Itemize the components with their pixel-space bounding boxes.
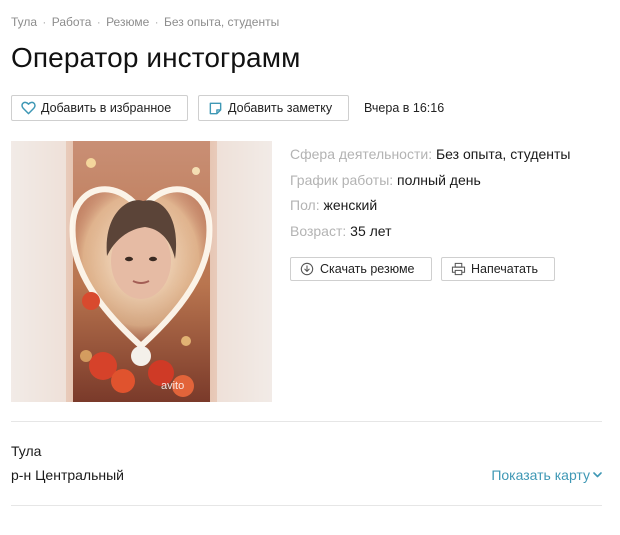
breadcrumb: Тула · Работа · Резюме · Без опыта, студ… [11,15,279,29]
detail-value: женский [323,197,378,213]
breadcrumb-separator: · [96,15,101,29]
divider [11,505,602,506]
detail-row-gender: Пол: женский [290,193,570,219]
sticky-note-icon [207,100,223,116]
detail-row-sphere: Сфера деятельности: Без опыта, студенты [290,142,570,168]
resume-photo[interactable]: avito [11,141,272,402]
print-button[interactable]: Напечатать [441,257,555,281]
show-map-link[interactable]: Показать карту [491,467,602,483]
resume-details: Сфера деятельности: Без опыта, студенты … [290,142,570,244]
breadcrumb-item-resume[interactable]: Резюме [106,15,149,29]
breadcrumb-separator: · [154,15,159,29]
divider [11,421,602,422]
show-map-label: Показать карту [491,467,590,483]
detail-row-schedule: График работы: полный день [290,168,570,194]
detail-value: полный день [397,171,481,188]
download-resume-label: Скачать резюме [320,262,415,276]
add-note-button[interactable]: Добавить заметку [198,95,349,121]
breadcrumb-item-work[interactable]: Работа [52,15,92,29]
resume-photo-image: avito [11,141,272,402]
breadcrumb-item-city[interactable]: Тула [11,15,37,29]
detail-value: 35 лет [350,222,392,239]
add-to-favorites-button[interactable]: Добавить в избранное [11,95,188,121]
printer-icon [450,261,466,277]
detail-row-age: Возраст: 35 лет [290,219,570,245]
detail-label: График работы: [290,171,394,188]
location-city: Тула [11,443,42,459]
chevron-down-icon [593,472,602,478]
add-to-favorites-label: Добавить в избранное [41,101,172,115]
detail-label: Сфера деятельности: [290,146,433,162]
download-resume-button[interactable]: Скачать резюме [290,257,432,281]
print-label: Напечатать [471,262,538,276]
download-icon [299,261,315,277]
posted-time: Вчера в 16:16 [364,101,445,115]
detail-value: Без опыта, студенты [435,146,571,162]
page-title: Оператор инстограмм [11,42,301,73]
breadcrumb-separator: · [42,15,47,29]
add-note-label: Добавить заметку [228,101,333,115]
breadcrumb-item-category[interactable]: Без опыта, студенты [164,15,279,29]
heart-icon [20,100,36,116]
detail-label: Возраст: [290,222,347,239]
photo-watermark: avito [161,380,184,392]
location-district: р-н Центральный [11,467,125,483]
detail-label: Пол: [290,197,320,213]
